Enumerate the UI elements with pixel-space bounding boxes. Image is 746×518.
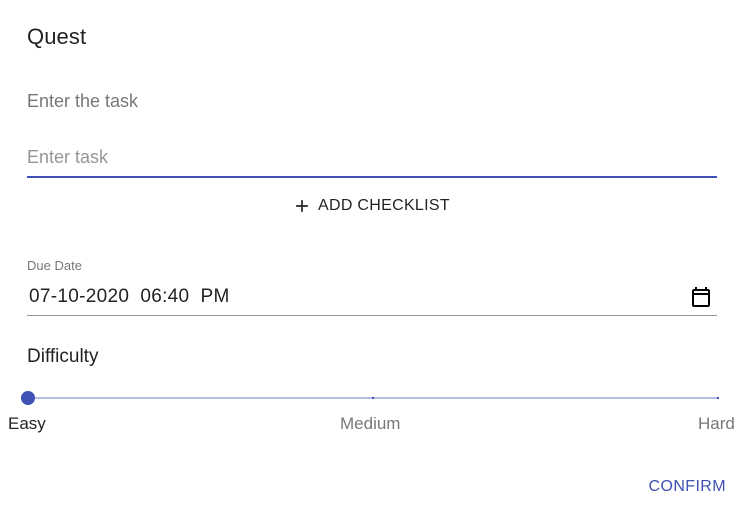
calendar-icon[interactable] — [689, 285, 713, 309]
dialog-title: Quest — [27, 24, 87, 49]
slider-thumb[interactable] — [21, 391, 35, 405]
slider-label-easy: Easy — [8, 414, 46, 433]
add-checklist-button[interactable]: ADD CHECKLIST — [284, 190, 458, 222]
difficulty-slider[interactable] — [21, 388, 719, 408]
difficulty-label: Difficulty — [27, 346, 99, 367]
slider-mark-medium — [372, 397, 374, 399]
due-date-value[interactable]: 07-10-2020 06:40 PM — [27, 286, 230, 308]
task-field — [27, 140, 717, 178]
slider-label-hard: Hard — [698, 414, 735, 433]
confirm-button[interactable]: CONFIRM — [641, 472, 734, 502]
plus-icon — [296, 200, 308, 212]
slider-mark-hard — [717, 397, 719, 399]
due-date-label: Due Date — [27, 258, 82, 273]
due-date-field[interactable]: 07-10-2020 06:40 PM — [27, 278, 717, 316]
task-input[interactable] — [27, 140, 717, 174]
task-label: Enter the task — [27, 91, 139, 111]
slider-label-medium: Medium — [340, 414, 401, 433]
add-checklist-label: ADD CHECKLIST — [318, 197, 450, 214]
